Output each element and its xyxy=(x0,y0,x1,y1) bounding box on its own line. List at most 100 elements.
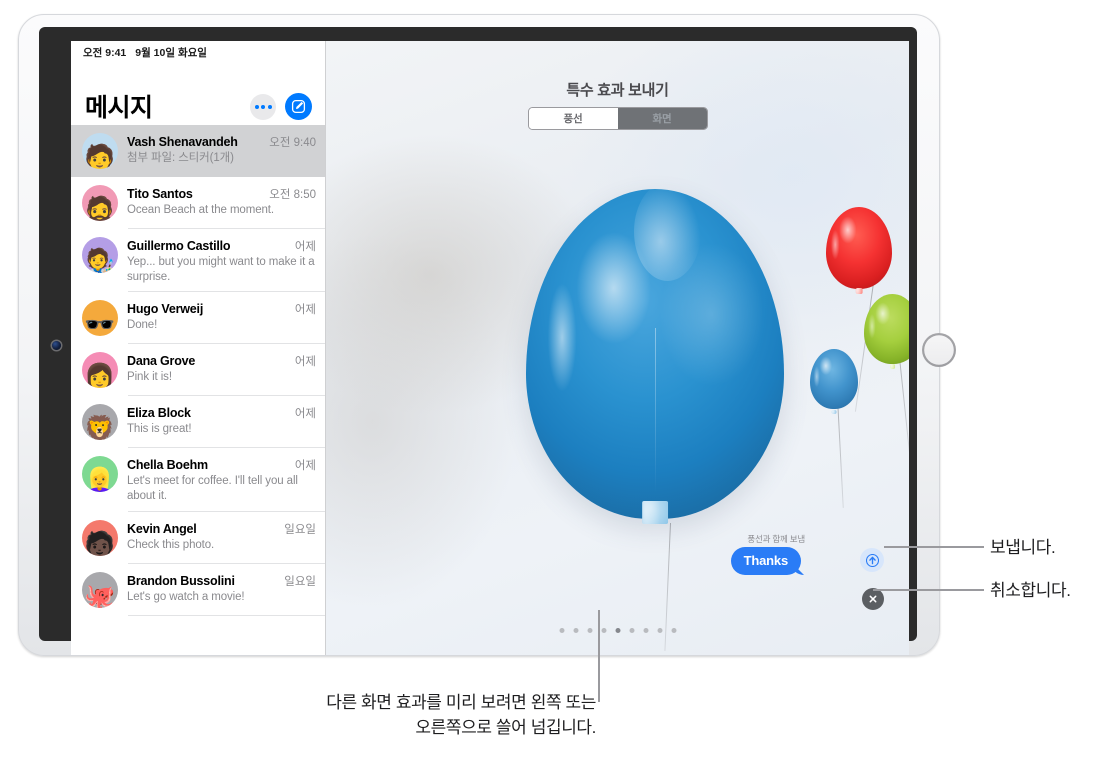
conversation-row[interactable]: 🧑‍🎨 Guillermo Castillo 어제 Yep... but you mi… xyxy=(71,229,325,293)
conversation-timestamp: 일요일 xyxy=(284,575,316,588)
sidebar-header: 메시지 xyxy=(71,63,325,125)
send-leader-line xyxy=(884,546,984,548)
screenshot-root: 특수 효과 보내기 풍선 화면 풍선과 함께 보냄 Thanks 오전 9:41… xyxy=(0,0,1109,761)
status-bar: 오전 9:41 9월 10일 화요일 100% xyxy=(71,41,325,63)
conversation-row[interactable]: 🐙 Brandon Bussolini 일요일 Let's go watch a mo… xyxy=(71,563,325,616)
avatar-glyph: 🧔 xyxy=(84,196,116,222)
conversation-body: Hugo Verweij 어제 Done! xyxy=(127,300,316,333)
row-divider xyxy=(128,614,325,616)
segment-screen[interactable]: 화면 xyxy=(617,108,707,129)
arrow-up-icon xyxy=(865,553,879,567)
status-date: 9월 10일 화요일 xyxy=(135,46,207,59)
effects-preview-pane[interactable]: 특수 효과 보내기 풍선 화면 풍선과 함께 보냄 Thanks xyxy=(326,41,909,655)
conversation-name: Dana Grove xyxy=(127,354,196,369)
conversation-name: Kevin Angel xyxy=(127,521,197,536)
conversation-top-line: Guillermo Castillo 어제 xyxy=(127,238,316,254)
avatar: 👩 xyxy=(82,352,118,389)
page-dot[interactable] xyxy=(671,628,676,633)
red-balloon xyxy=(826,207,892,289)
conversation-timestamp: 어제 xyxy=(294,304,316,317)
conversation-timestamp: 오전 8:50 xyxy=(269,189,316,201)
ellipsis-icon xyxy=(267,104,272,109)
callout-send: 보냅니다. xyxy=(990,538,1056,557)
conversation-top-line: Tito Santos 오전 8:50 xyxy=(127,186,316,202)
effect-type-segmented-control[interactable]: 풍선 화면 xyxy=(527,107,708,130)
compose-message-button[interactable] xyxy=(285,93,312,120)
page-dot[interactable] xyxy=(629,628,634,633)
conversation-preview: 첨부 파일: 스티커(1개) xyxy=(127,152,234,164)
ipad-screen: 특수 효과 보내기 풍선 화면 풍선과 함께 보냄 Thanks 오전 9:41… xyxy=(71,41,909,655)
compose-icon xyxy=(291,99,306,114)
effects-title: 특수 효과 보내기 xyxy=(566,82,669,99)
conversation-row[interactable]: 🕶️ Hugo Verweij 어제 Done! xyxy=(71,292,325,345)
conversation-top-line: Dana Grove 어제 xyxy=(127,353,316,369)
conversation-top-line: Chella Boehm 어제 xyxy=(127,457,316,473)
conversation-row[interactable]: 👩 Dana Grove 어제 Pink it is! xyxy=(71,344,325,397)
big-balloon-seam xyxy=(655,327,656,493)
avatar: 🧑🏿 xyxy=(82,519,118,556)
avatar: 🧑 xyxy=(82,133,118,169)
swipe-leader-line xyxy=(598,610,600,702)
ipad-device-frame: 특수 효과 보내기 풍선 화면 풍선과 함께 보냄 Thanks 오전 9:41… xyxy=(18,14,956,656)
conversation-preview: Check this photo. xyxy=(127,538,215,551)
conversation-row[interactable]: 🦁 Eliza Block 어제 This is great! xyxy=(71,396,325,449)
avatar: 🦁 xyxy=(82,404,118,441)
conversation-name: Chella Boehm xyxy=(127,458,208,473)
cancel-button[interactable] xyxy=(862,588,884,610)
conversation-timestamp: 어제 xyxy=(294,460,316,473)
conversation-row[interactable]: 🧔 Tito Santos 오전 8:50 Ocean Beach at the mo… xyxy=(71,177,325,229)
conversation-top-line: Eliza Block 어제 xyxy=(127,405,316,421)
effect-page-dots[interactable] xyxy=(559,628,676,633)
avatar-glyph: 👱‍♀️ xyxy=(84,467,116,493)
conversation-body: Vash Shenavandeh 오전 9:40 첨부 파일: 스티커(1개) xyxy=(127,133,316,166)
conversation-preview: Ocean Beach at the moment. xyxy=(127,204,274,216)
page-dot[interactable] xyxy=(573,628,578,633)
close-x-icon xyxy=(869,595,877,603)
conversation-top-line: Vash Shenavandeh 오전 9:40 xyxy=(127,134,316,150)
avatar: 🧔 xyxy=(82,185,118,221)
conversation-top-line: Kevin Angel 일요일 xyxy=(127,521,316,537)
callout-cancel: 취소합니다. xyxy=(990,581,1071,600)
ellipsis-icon xyxy=(261,104,265,109)
more-options-button[interactable] xyxy=(250,93,276,120)
conversation-body: Guillermo Castillo 어제 Yep... but you might… xyxy=(127,237,316,284)
conversation-preview: This is great! xyxy=(127,423,192,436)
front-camera-icon xyxy=(52,341,61,350)
callout-swipe-line2: 오른쪽으로 쓸어 넘깁니다. xyxy=(415,718,596,738)
avatar-glyph: 🐙 xyxy=(84,582,116,608)
message-bubble: Thanks xyxy=(730,547,801,575)
conversation-preview: Let's meet for coffee. I'll tell you all… xyxy=(127,475,298,503)
small-blue-balloon xyxy=(810,349,858,409)
page-dot[interactable] xyxy=(643,628,648,633)
conversation-body: Eliza Block 어제 This is great! xyxy=(127,404,316,437)
ellipsis-icon xyxy=(254,104,259,109)
page-dot[interactable] xyxy=(601,628,606,633)
conversation-preview: Let's go watch a movie! xyxy=(127,590,245,603)
avatar-glyph: 🧑 xyxy=(84,144,116,170)
conversation-preview: Pink it is! xyxy=(127,371,172,384)
sent-with-effect-label: 풍선과 함께 보냄 xyxy=(747,534,805,544)
status-bar-left: 오전 9:41 9월 10일 화요일 xyxy=(83,45,207,60)
home-button[interactable] xyxy=(922,333,956,367)
segment-balloon[interactable]: 풍선 xyxy=(528,108,618,129)
conversation-body: Kevin Angel 일요일 Check this photo. xyxy=(127,520,316,553)
conversation-timestamp: 어제 xyxy=(294,408,316,421)
send-button[interactable] xyxy=(860,548,884,572)
conversation-name: Guillermo Castillo xyxy=(127,239,231,253)
avatar-glyph: 🧑🏿 xyxy=(84,530,116,556)
page-title: 메시지 xyxy=(85,94,153,122)
page-dot[interactable] xyxy=(657,628,662,633)
page-dot[interactable] xyxy=(559,628,564,633)
page-dot[interactable] xyxy=(587,628,592,633)
avatar: 👱‍♀️ xyxy=(82,456,118,493)
conversation-list[interactable]: 🧑 Vash Shenavandeh 오전 9:40 첨부 파일: 스티커(1개) 🧔 T… xyxy=(71,125,325,655)
conversation-preview: Done! xyxy=(127,319,158,332)
conversation-row[interactable]: 🧑🏿 Kevin Angel 일요일 Check this photo. xyxy=(71,511,325,564)
page-dot-active[interactable] xyxy=(615,628,620,633)
conversation-name: Vash Shenavandeh xyxy=(127,135,238,149)
avatar-glyph: 🕶️ xyxy=(84,311,116,337)
conversation-name: Eliza Block xyxy=(127,406,191,421)
conversation-row[interactable]: 🧑 Vash Shenavandeh 오전 9:40 첨부 파일: 스티커(1개) xyxy=(71,125,325,177)
conversation-row[interactable]: 👱‍♀️ Chella Boehm 어제 Let's meet for coffee.… xyxy=(71,448,325,512)
cancel-leader-line xyxy=(873,589,984,591)
